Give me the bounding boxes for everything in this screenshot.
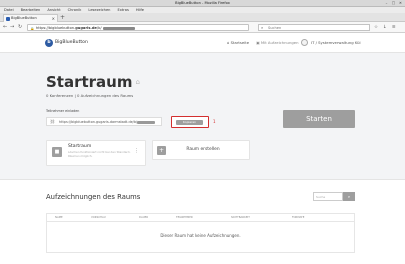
download-icon[interactable]: ↓	[383, 24, 387, 31]
nav-home[interactable]: ⌂ Startseite	[227, 40, 249, 46]
toolbar-icons: ☆ ↓ ≡	[374, 24, 396, 31]
copy-button[interactable]: Kopieren	[176, 119, 203, 125]
tab-title: BigBlueButton	[11, 16, 37, 20]
hamburger-menu-icon[interactable]: ≡	[392, 24, 396, 31]
browser-search-field[interactable]: ⌕ Suchen	[258, 24, 370, 31]
minimize-icon[interactable]: –	[384, 1, 389, 6]
app-name[interactable]: BigBlueButton	[55, 40, 88, 46]
user-menu[interactable]: IT / Systemverwaltung Kül	[311, 40, 361, 46]
lock-icon: 🔒	[30, 27, 35, 31]
room-card-subtitle: Löschen funktioniert nicht bei den Stand…	[68, 150, 131, 158]
browser-search-placeholder: Suchen	[268, 26, 282, 30]
room-title: Startraum	[46, 73, 133, 91]
invite-url-field[interactable]: ⛓ https://bigbluebutton.gugaris-darmstad…	[46, 117, 162, 126]
maximize-icon[interactable]: □	[391, 1, 396, 6]
window-titlebar: BigBlueButton - Mozilla Firefox – □ ✕	[0, 0, 405, 7]
new-tab-icon[interactable]: +	[60, 14, 65, 21]
logo-icon[interactable]: b	[45, 39, 53, 47]
favicon-icon	[6, 17, 10, 21]
copy-highlight: Kopieren	[171, 116, 209, 128]
redacted-url-part	[102, 26, 135, 30]
window-title: BigBlueButton - Mozilla Firefox	[175, 1, 230, 5]
start-button[interactable]: Starten	[283, 110, 355, 128]
recordings-search-button[interactable]: ⌕	[343, 192, 355, 201]
column-header-formats[interactable]: Formate	[292, 216, 304, 220]
link-icon: ⛓	[50, 119, 56, 124]
invite-label: Teilnehmer einladen	[46, 109, 80, 113]
close-icon[interactable]: ✕	[398, 1, 403, 6]
browser-tab[interactable]: BigBlueButton ×	[3, 14, 58, 22]
recordings-search-input[interactable]: Suche	[313, 192, 343, 201]
url-prefix: https://bigbluebutton.	[36, 26, 76, 30]
column-header-name[interactable]: Name	[55, 216, 63, 220]
room-stats: 0 Konferenzen | 0 Aufzeichnungen des Rau…	[46, 93, 134, 98]
nav-recordings[interactable]: ▣ Mit Aufzeichnungen	[256, 40, 298, 46]
column-header-preview[interactable]: Vorschau	[91, 216, 106, 220]
column-header-duration[interactable]: Dauer	[139, 216, 148, 220]
column-header-visibility[interactable]: Sichtbarkeit	[231, 216, 250, 220]
annotation-marker: 1	[213, 119, 216, 124]
nav-home-label: Startseite	[230, 40, 250, 45]
url-domain: gugaris.de	[75, 26, 97, 30]
page-title: Startraum ⌂	[46, 73, 140, 91]
kebab-menu-icon[interactable]: ⋮	[134, 148, 139, 154]
avatar[interactable]	[301, 39, 308, 46]
recordings-title: Aufzeichnungen des Raums	[46, 193, 141, 201]
create-room-label: Raum erstellen	[186, 147, 220, 152]
url-path: /b/	[96, 26, 102, 30]
redacted-invite-part	[137, 120, 156, 124]
home-room-icon: ⌂	[135, 78, 140, 86]
room-icon: ■	[52, 147, 62, 157]
url-bar[interactable]: 🔒 https://bigbluebutton.gugaris.de/b/	[27, 24, 249, 31]
bookmarks-icon[interactable]: ☆	[374, 24, 378, 31]
forward-icon[interactable]: →	[10, 24, 14, 31]
invite-url: https://bigbluebutton.gugaris-darmstadt.…	[59, 120, 138, 124]
plus-icon: +	[157, 146, 166, 155]
search-icon: ⌕	[261, 25, 264, 30]
nav-recordings-label: Mit Aufzeichnungen	[260, 40, 299, 45]
header-nav: ⌂ Startseite ▣ Mit Aufzeichnungen	[227, 40, 299, 46]
reload-icon[interactable]: ↻	[18, 24, 22, 31]
column-header-participants[interactable]: Teilnehmer	[176, 216, 193, 220]
empty-recordings-message: Dieser Raum hat keine Aufzeichnungen.	[160, 233, 241, 238]
tab-close-icon[interactable]: ×	[52, 15, 55, 22]
back-icon[interactable]: ←	[3, 24, 7, 31]
